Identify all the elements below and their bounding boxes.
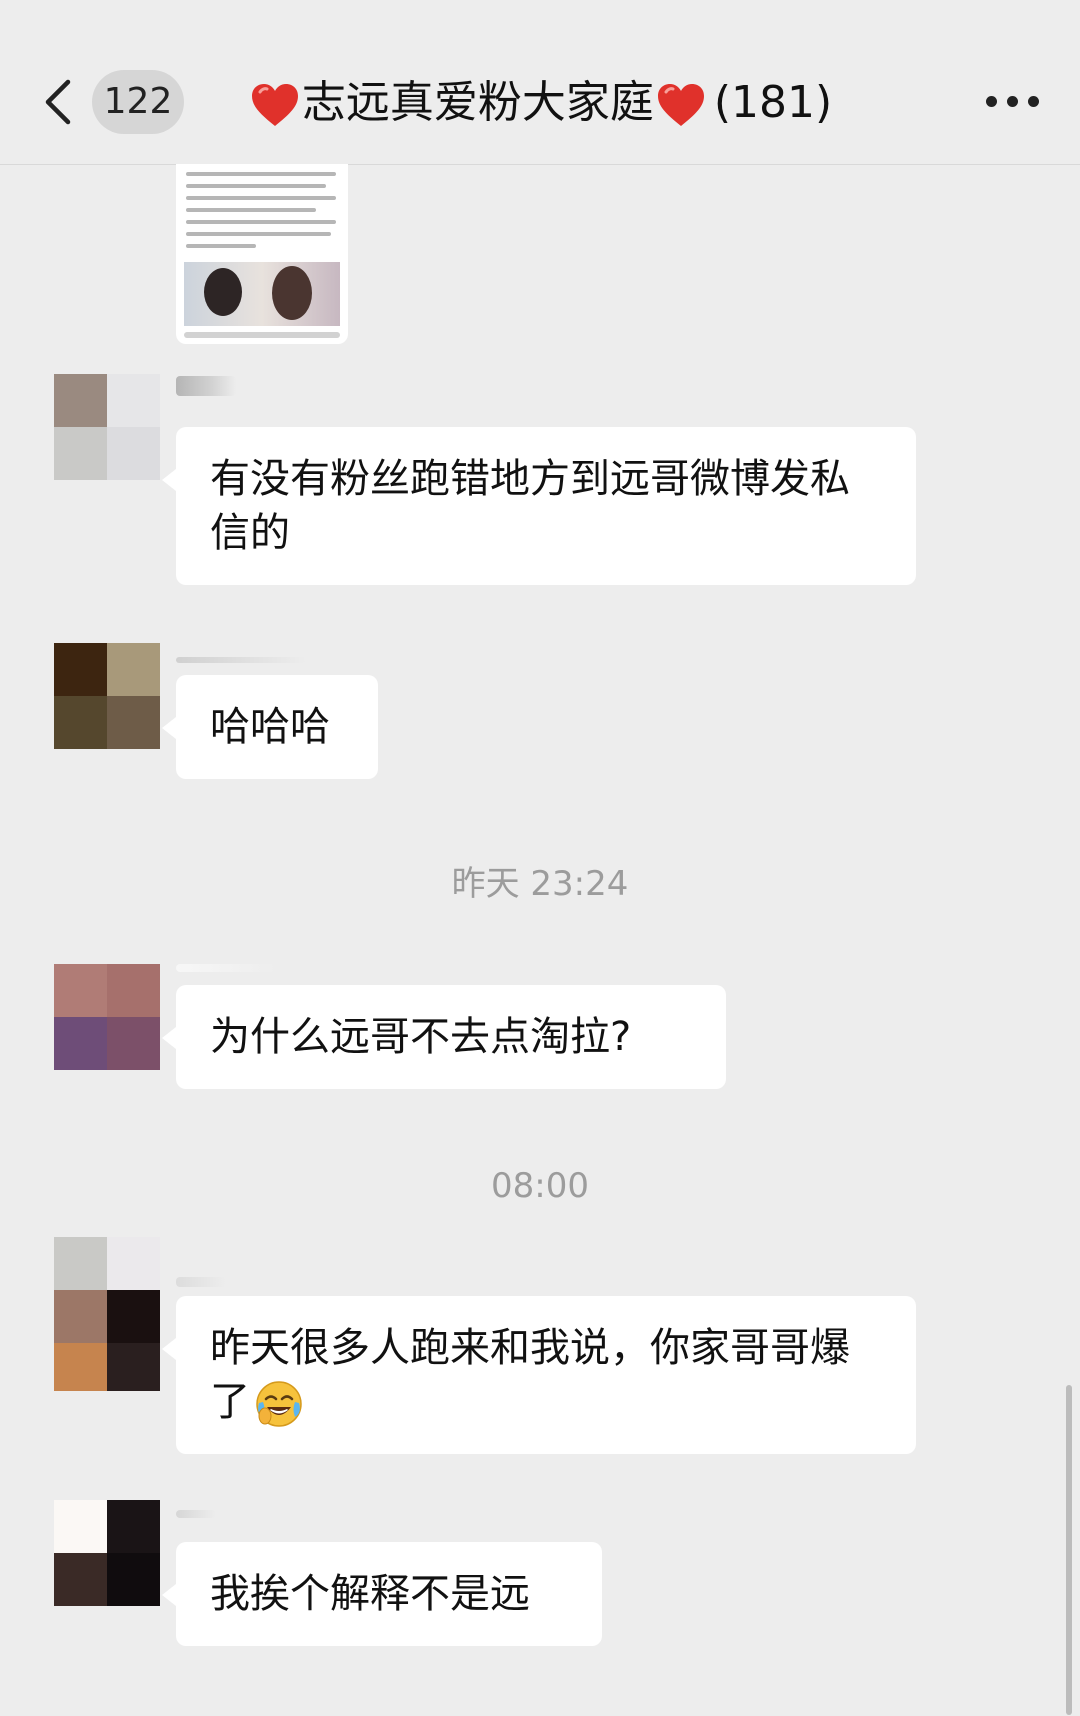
avatar[interactable] bbox=[54, 374, 160, 480]
avatar[interactable] bbox=[54, 964, 160, 1070]
member-count: (181) bbox=[713, 77, 833, 128]
message-timestamp: 昨天 23:24 bbox=[451, 864, 629, 904]
sender-nickname bbox=[176, 1277, 226, 1287]
avatar[interactable] bbox=[54, 1237, 160, 1391]
message-bubble[interactable]: 我挨个解释不是远 bbox=[162, 1542, 602, 1646]
back-button[interactable] bbox=[40, 78, 80, 126]
message-text: 昨天很多人跑来和我说，你家哥哥爆了 bbox=[210, 1325, 850, 1425]
message-text: 为什么远哥不去点淘拉? bbox=[210, 1014, 632, 1060]
message-text: 我挨个解释不是远 bbox=[210, 1571, 530, 1617]
chat-title-text: 志远真爱粉大家庭 bbox=[301, 77, 654, 128]
message-bubble[interactable]: 哈哈哈 bbox=[162, 675, 378, 779]
message-text: 有没有粉丝跑错地方到远哥微博发私信的 bbox=[210, 456, 850, 556]
avatar[interactable] bbox=[54, 643, 160, 749]
more-dots-icon bbox=[986, 96, 997, 107]
sender-nickname bbox=[176, 1510, 216, 1518]
sender-nickname bbox=[176, 964, 276, 972]
chat-title: 志远真爱粉大家庭 (181) bbox=[200, 68, 880, 138]
unread-count-badge[interactable]: 122 bbox=[92, 70, 184, 134]
more-options-button[interactable] bbox=[986, 92, 1040, 112]
message-bubble[interactable]: 昨天很多人跑来和我说，你家哥哥爆了 bbox=[162, 1296, 916, 1454]
message-timestamp: 08:00 bbox=[491, 1166, 589, 1206]
scrollbar[interactable] bbox=[1066, 1385, 1072, 1715]
sender-nickname bbox=[176, 657, 306, 663]
message-text: 哈哈哈 bbox=[210, 704, 330, 750]
message-bubble[interactable]: 为什么远哥不去点淘拉? bbox=[162, 985, 726, 1089]
sender-nickname bbox=[176, 376, 236, 396]
heart-icon bbox=[657, 84, 704, 126]
shared-image-message[interactable] bbox=[176, 164, 348, 344]
message-bubble[interactable]: 有没有粉丝跑错地方到远哥微博发私信的 bbox=[162, 427, 916, 585]
chat-header: 122 志远真爱粉大家庭 (181) bbox=[0, 0, 1080, 165]
crying-laughing-emoji-icon bbox=[256, 1381, 302, 1427]
avatar[interactable] bbox=[54, 1500, 160, 1606]
chevron-left-icon bbox=[45, 79, 71, 125]
heart-icon bbox=[251, 84, 298, 126]
